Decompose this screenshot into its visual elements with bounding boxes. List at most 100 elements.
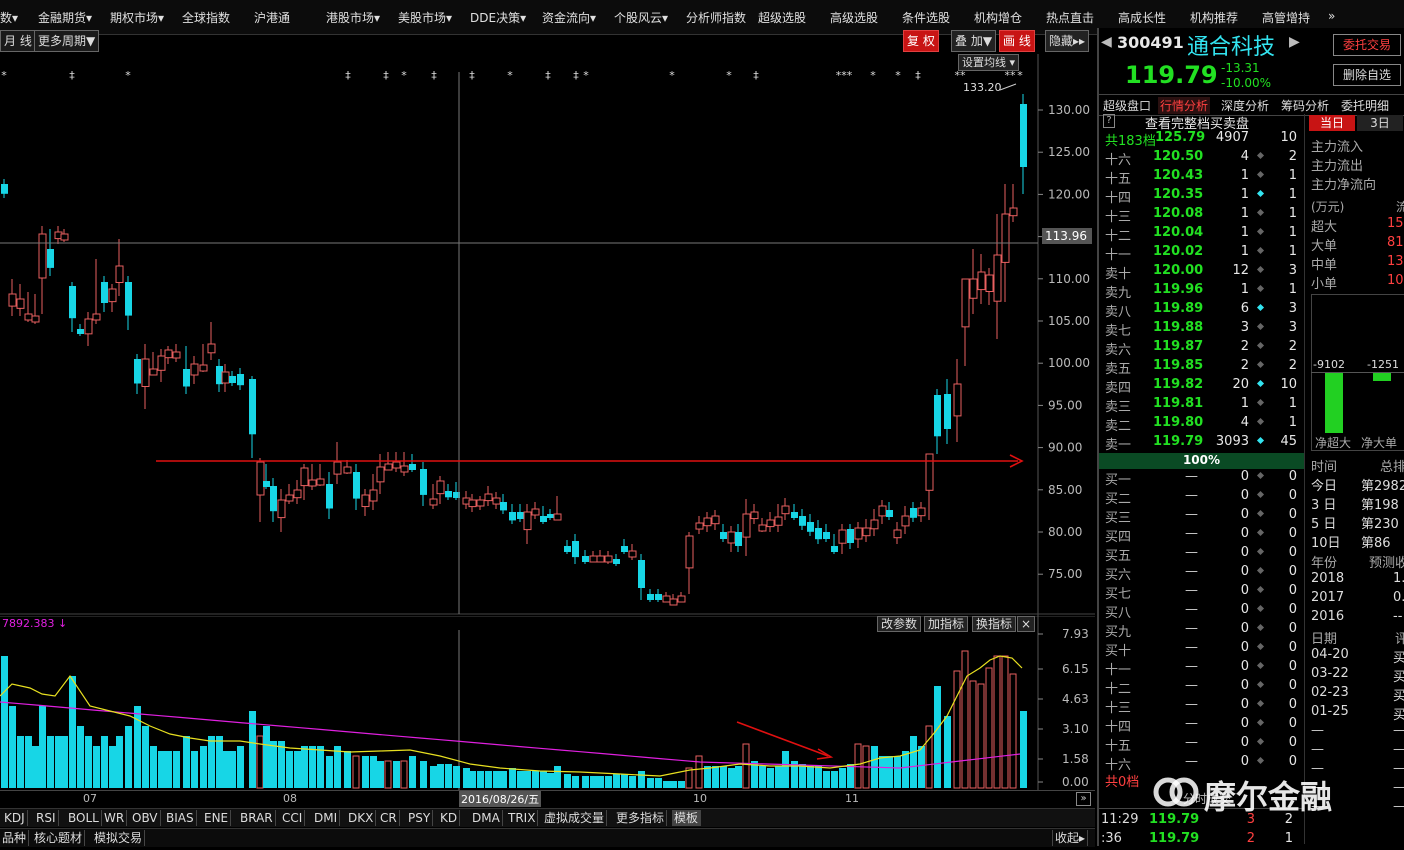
prev-stock-icon[interactable]: ◀ — [1101, 34, 1112, 50]
indicator-tab[interactable]: 模板 — [672, 810, 702, 826]
volume-bar — [77, 726, 84, 788]
switch-indicator-button[interactable]: 换指标 — [972, 616, 1017, 632]
candlestick-chart[interactable]: * ‡ * ‡ ‡ * ‡ ‡ * ‡ ‡ * * * ‡ *** * * ‡ ** ** * 130.00125.001… — [0, 54, 1095, 616]
candle-body — [1001, 213, 1010, 263]
indicator-tab[interactable]: CCI — [280, 810, 306, 826]
nav-item[interactable]: 超级选股 — [758, 9, 806, 26]
candle-body — [376, 466, 385, 483]
scroll-right-button[interactable]: » — [1076, 792, 1091, 806]
event-marker: * — [726, 69, 732, 82]
indicator-tab[interactable]: WR — [102, 810, 128, 826]
nav-item[interactable]: 金融期货▾ — [38, 9, 92, 26]
nav-item[interactable]: 港股市场▾ — [326, 9, 380, 26]
volume-bar — [655, 778, 662, 788]
candle-body — [353, 472, 360, 499]
volume-bar — [847, 764, 854, 788]
candle-body — [84, 318, 93, 335]
volume-bar — [910, 736, 917, 788]
draw-button[interactable]: 画 线 — [999, 30, 1035, 52]
order-type-value: 157 — [1387, 216, 1404, 231]
candle-body — [249, 379, 256, 435]
period-button[interactable]: 月 线 — [0, 30, 36, 52]
indicator-tab[interactable]: DKX — [346, 810, 377, 826]
candle-body — [799, 516, 806, 526]
hide-button[interactable]: 隐藏▸▸ — [1045, 30, 1090, 52]
next-stock-icon[interactable]: ▶ — [1289, 34, 1300, 50]
right-tab[interactable]: 委托明细 — [1339, 97, 1391, 114]
indicator-tab[interactable]: OBV — [130, 810, 161, 826]
tab-core-theme[interactable]: 核心题材 — [32, 830, 86, 846]
candle-body — [742, 513, 751, 538]
indicator-tab[interactable]: 虚拟成交量 — [542, 810, 608, 826]
indicator-tab[interactable]: CR — [378, 810, 400, 826]
nav-item[interactable]: 资金流向▾ — [542, 9, 596, 26]
candle-body — [392, 461, 401, 469]
volume-chart[interactable]: 7.93 6.15 4.63 3.10 1.58 0.00 7892.383 ↓ — [0, 616, 1095, 790]
indicator-tab[interactable]: 更多指标 — [614, 810, 668, 826]
nav-item[interactable]: 期权市场▾ — [110, 9, 164, 26]
ma-settings-button[interactable]: 设置均线 ▾ — [958, 54, 1020, 71]
indicator-tab[interactable]: ENE — [202, 810, 232, 826]
nav-item[interactable]: 高级选股 — [830, 9, 878, 26]
candle-body — [910, 508, 917, 518]
nav-item[interactable]: 机构增仓 — [974, 9, 1022, 26]
right-tab[interactable]: 行情分析 — [1158, 97, 1211, 114]
delete-favorite-button[interactable]: 删除自选 — [1333, 64, 1401, 86]
collapse-button[interactable]: 收起▸ — [1052, 830, 1089, 846]
indicator-tab[interactable]: BRAR — [238, 810, 276, 826]
indicator-tab[interactable]: PSY — [406, 810, 434, 826]
nav-item[interactable]: 高成长性 — [1118, 9, 1166, 26]
volume-bar — [158, 751, 165, 788]
nav-item[interactable]: 全球指数 — [182, 9, 230, 26]
indicator-tab[interactable]: KDJ — [2, 810, 28, 826]
candle-body — [720, 532, 727, 539]
indicator-tab[interactable]: DMA — [470, 810, 503, 826]
volume-bar — [69, 676, 76, 788]
candle-body — [685, 535, 694, 569]
candle-body — [870, 519, 879, 530]
nav-item[interactable]: 热点直击 — [1046, 9, 1094, 26]
nav-item[interactable]: 数▾ — [0, 9, 18, 26]
nav-item[interactable]: 分析师指数 — [686, 9, 746, 26]
volume-bar — [263, 726, 270, 788]
nav-item[interactable]: 美股市场▾ — [398, 9, 452, 26]
more-period-button[interactable]: 更多周期▼ — [34, 30, 100, 52]
tab-sim-trade[interactable]: 模拟交易 — [92, 830, 146, 846]
candle-body — [285, 494, 294, 502]
fuquan-button[interactable]: 复 权 — [903, 30, 939, 52]
nav-item[interactable]: » — [1328, 9, 1335, 23]
right-tab[interactable]: 筹码分析 — [1279, 97, 1331, 114]
nav-item[interactable]: DDE决策▾ — [470, 9, 526, 26]
indicator-tab[interactable]: RSI — [34, 810, 59, 826]
overlay-button[interactable]: 叠 加▼ — [951, 30, 997, 52]
indicator-tab[interactable]: TRIX — [506, 810, 539, 826]
candle-body — [141, 358, 150, 387]
tab-variety[interactable]: 品种 — [0, 830, 30, 846]
change-params-button[interactable]: 改参数 — [877, 616, 922, 632]
event-marker: * — [1, 69, 7, 82]
price-tick-label: 125.00 — [1048, 145, 1090, 159]
nav-item[interactable]: 机构推荐 — [1190, 9, 1238, 26]
volume-bar — [229, 751, 236, 788]
right-tab[interactable]: 深度分析 — [1219, 97, 1271, 114]
nav-item[interactable]: 条件选股 — [902, 9, 950, 26]
order-button[interactable]: 委托交易 — [1333, 34, 1401, 56]
volume-bar — [61, 736, 68, 788]
right-tab[interactable]: 超级盘口 — [1101, 97, 1153, 114]
price-tick-label: 120.00 — [1048, 187, 1090, 201]
nav-item[interactable]: 高管增持 — [1262, 9, 1310, 26]
unit-label: (万元) — [1311, 200, 1345, 214]
unit-label-right: 流 — [1396, 200, 1404, 214]
tab-today[interactable]: 当日 — [1309, 115, 1355, 131]
add-indicator-button[interactable]: 加指标 — [924, 616, 969, 632]
volume-bar — [582, 776, 589, 788]
indicator-tab[interactable]: BIAS — [164, 810, 197, 826]
tab-3d[interactable]: 3日 — [1357, 115, 1403, 131]
indicator-tab[interactable]: BOLL — [66, 810, 102, 826]
indicator-tab[interactable]: DMI — [312, 810, 341, 826]
nav-item[interactable]: 个股风云▾ — [614, 9, 668, 26]
close-indicator-button[interactable]: × — [1017, 616, 1036, 632]
nav-item[interactable]: 沪港通 — [254, 9, 290, 26]
volume-bar — [150, 746, 157, 788]
indicator-tab[interactable]: KD — [438, 810, 461, 826]
